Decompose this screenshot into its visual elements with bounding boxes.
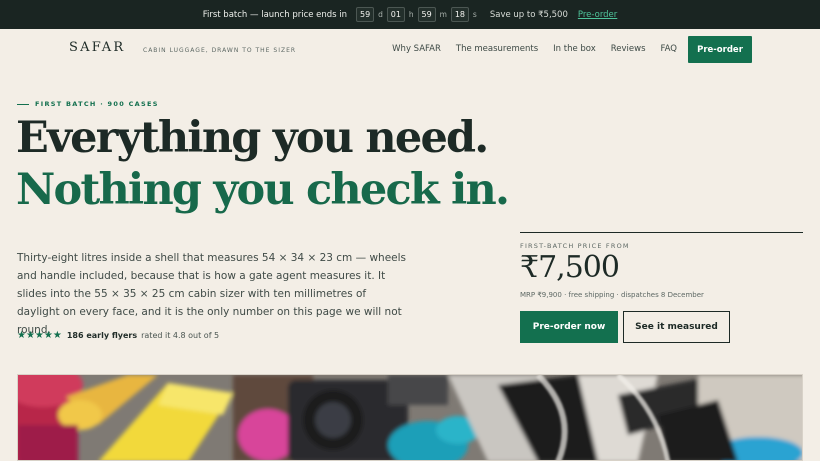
nav-link-reviews[interactable]: Reviews	[611, 44, 646, 54]
countdown-hours-unit: h	[408, 10, 414, 19]
promo-bar: First batch — launch price ends in 59 d …	[0, 0, 820, 29]
rating-text: rated it 4.8 out of 5	[141, 331, 220, 340]
promo-preorder-link[interactable]: Pre-order	[578, 10, 617, 20]
price-value: ₹7,500	[520, 250, 620, 285]
nav-links: Why SAFAR The measurements In the box Re…	[392, 44, 677, 54]
see-it-measured-button[interactable]: See it measured	[623, 311, 730, 343]
price-panel: FIRST-BATCH PRICE FROM ₹7,500 MRP ₹9,900…	[520, 232, 803, 299]
preorder-now-button[interactable]: Pre-order now	[520, 311, 618, 343]
logo-tagline: CABIN LUGGAGE, DRAWN TO THE SIZER	[143, 47, 297, 54]
hero-product-photo	[17, 374, 803, 461]
nav-link-why-safar[interactable]: Why SAFAR	[392, 44, 441, 54]
eyebrow-rule	[17, 103, 29, 105]
headline-line-2: Nothing you check in.	[16, 165, 510, 215]
eyebrow-text: FIRST BATCH · 900 CASES	[35, 100, 159, 108]
star-rating-icon: ★★★★★	[17, 330, 62, 341]
countdown-seconds-unit: s	[472, 10, 477, 19]
packed-luggage-image	[18, 375, 802, 460]
promo-lead: First batch — launch price ends in	[202, 9, 348, 20]
countdown-hours: 01	[386, 7, 405, 22]
site-header: SAFAR CABIN LUGGAGE, DRAWN TO THE SIZER …	[0, 29, 820, 69]
countdown-days-unit: d	[378, 10, 383, 19]
rating-summary: ★★★★★ 186 early flyers rated it 4.8 out …	[17, 330, 219, 341]
rating-count: 186 early flyers	[66, 331, 138, 340]
nav-link-measurements[interactable]: The measurements	[456, 44, 538, 54]
hero-eyebrow: FIRST BATCH · 900 CASES	[17, 100, 159, 108]
countdown-minutes-unit: m	[439, 10, 447, 19]
hero-description: Thirty-eight litres inside a shell that …	[17, 252, 407, 336]
price-label: FIRST-BATCH PRICE FROM	[520, 242, 630, 250]
nav-link-in-the-box[interactable]: In the box	[553, 44, 596, 54]
logo[interactable]: SAFAR	[69, 40, 125, 55]
countdown-days: 59	[356, 7, 375, 22]
nav-preorder-button[interactable]: Pre-order	[688, 36, 752, 63]
promo-savings: Save up to ₹5,500	[489, 9, 568, 20]
price-meta: MRP ₹9,900 · free shipping · dispatches …	[520, 291, 704, 299]
countdown-minutes: 59	[417, 7, 436, 22]
hero-headline: Everything you need. Nothing you check i…	[16, 112, 510, 216]
headline-line-1: Everything you need.	[16, 113, 489, 163]
nav-link-faq[interactable]: FAQ	[661, 44, 677, 54]
countdown-seconds: 18	[450, 7, 469, 22]
